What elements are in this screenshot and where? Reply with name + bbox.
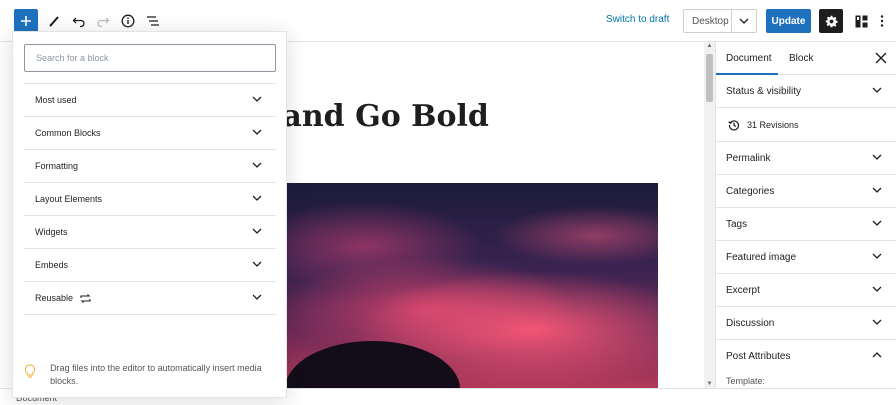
scrollbar-thumb[interactable] [706,54,713,102]
panel-label: Discussion [726,317,775,329]
chevron-down-icon [872,251,882,262]
category-label: Most used [35,95,77,105]
lightbulb-icon [24,364,37,388]
block-inserter-popover: Search for a block Most used Common Bloc… [12,31,287,398]
list-view-icon [147,16,159,26]
info-icon [121,14,135,28]
panel-post-attributes[interactable]: Post Attributes [716,340,896,373]
block-search-input[interactable]: Search for a block [24,44,276,72]
preview-device-label: Desktop [684,10,732,32]
switch-to-draft-link[interactable]: Switch to draft [606,14,669,25]
panel-discussion[interactable]: Discussion [716,307,896,340]
tree-silhouette [285,341,460,388]
category-embeds[interactable]: Embeds [24,249,276,282]
inserter-tip: Drag files into the editor to automatica… [24,362,276,388]
more-options-button[interactable] [875,9,889,33]
add-block-button[interactable] [14,9,38,33]
category-label: Embeds [35,260,69,270]
chevron-down-icon [252,292,262,302]
category-most-used[interactable]: Most used [24,84,276,117]
chevron-down-icon [252,259,262,269]
tab-document[interactable]: Document [726,53,772,64]
chevron-down-icon [872,85,882,96]
panel-excerpt[interactable]: Excerpt [716,274,896,307]
close-icon [875,52,887,64]
redo-icon [97,17,110,28]
preview-device-select[interactable]: Desktop [683,9,757,33]
tab-block[interactable]: Block [789,53,813,64]
settings-sidebar: Document Block Status & visibility 31 Re… [715,42,896,388]
revisions-link[interactable]: 31 Revisions [716,108,896,142]
editor-scrollbar[interactable]: ▲ ▼ [704,42,715,388]
chevron-down-icon [872,317,882,328]
sidebar-tabs: Document Block [716,42,896,75]
chevron-down-icon [252,127,262,137]
history-icon [728,119,740,131]
reusable-block-icon [80,293,91,303]
panel-label: Featured image [726,251,797,263]
settings-button[interactable] [819,9,843,33]
category-layout-elements[interactable]: Layout Elements [24,183,276,216]
category-reusable[interactable]: Reusable [24,282,276,315]
category-label: Formatting [35,161,79,171]
block-navigation-button[interactable] [141,9,165,33]
revisions-label: 31 Revisions [747,119,799,130]
panel-label: Categories [726,185,775,197]
chevron-up-icon [872,350,882,361]
category-label: Layout Elements [35,194,103,204]
chevron-down-icon [252,193,262,203]
panel-categories[interactable]: Categories [716,175,896,208]
chevron-down-icon [872,185,882,196]
layout-grid-icon [855,15,867,27]
chevron-down-icon [252,226,262,236]
plus-icon [21,16,31,26]
category-label: Reusable [35,293,74,303]
plugin-layout-button[interactable] [849,9,873,33]
category-label: Widgets [35,227,68,237]
template-label: Template: [726,376,766,386]
gear-icon [825,15,838,27]
vertical-ellipsis-icon [880,15,884,27]
chevron-down-icon [252,160,262,170]
chevron-down-icon [252,94,262,104]
panel-tags[interactable]: Tags [716,208,896,241]
undo-icon [72,17,85,28]
tip-text: Drag files into the editor to automatica… [50,363,262,386]
chevron-down-icon [872,218,882,229]
chevron-down-icon [872,152,882,163]
panel-label: Tags [726,218,748,230]
redo-button[interactable] [91,9,115,33]
category-common-blocks[interactable]: Common Blocks [24,117,276,150]
undo-button[interactable] [67,9,91,33]
block-category-list: Most used Common Blocks Formatting Layou… [24,83,276,315]
content-info-button[interactable] [116,9,140,33]
update-button[interactable]: Update [766,9,811,33]
pencil-icon [49,16,59,27]
tools-button[interactable] [43,9,67,33]
category-widgets[interactable]: Widgets [24,216,276,249]
panel-label: Permalink [726,152,771,164]
category-formatting[interactable]: Formatting [24,150,276,183]
panel-featured-image[interactable]: Featured image [716,241,896,274]
close-sidebar-button[interactable] [874,51,888,65]
scroll-up-icon[interactable]: ▲ [706,43,713,49]
panel-permalink[interactable]: Permalink [716,142,896,175]
scroll-down-icon[interactable]: ▼ [706,381,713,387]
featured-image-block[interactable] [240,183,658,388]
category-label: Common Blocks [35,128,101,138]
panel-status-visibility[interactable]: Status & visibility [716,75,896,108]
chevron-down-icon [872,284,882,295]
panel-label: Post Attributes [726,351,791,362]
panel-label: Status & visibility [726,85,802,97]
panel-label: Excerpt [726,284,760,296]
chevron-down-icon [732,10,756,32]
